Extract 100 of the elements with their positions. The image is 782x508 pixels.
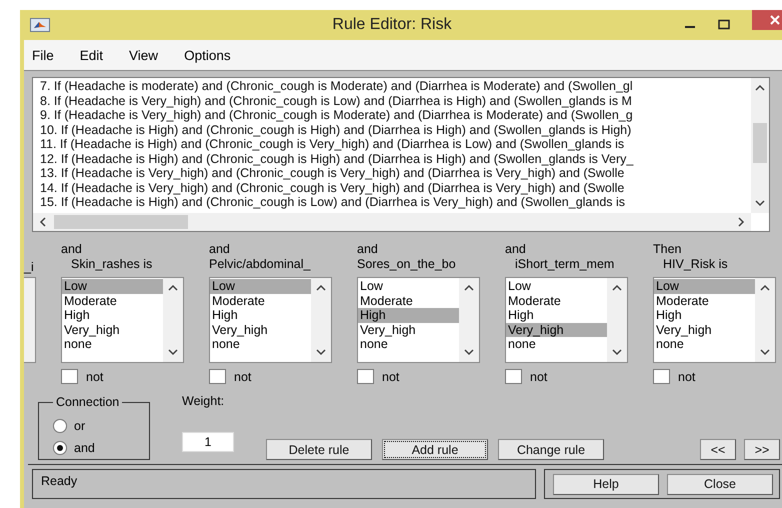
chevron-up-icon[interactable] (316, 284, 326, 291)
checkbox[interactable] (653, 369, 670, 384)
list-option[interactable]: Very_high (654, 322, 755, 337)
vertical-scrollbar[interactable] (751, 78, 769, 213)
list-option[interactable]: Very_high (506, 322, 607, 337)
menu-item[interactable]: Options (184, 48, 231, 62)
chevron-down-icon[interactable] (760, 349, 770, 356)
checkbox[interactable] (357, 369, 374, 384)
scrollbar-thumb[interactable] (753, 123, 767, 163)
checkbox[interactable] (61, 369, 78, 384)
variable-label: _i (24, 259, 35, 276)
footer-button[interactable]: Close (667, 474, 773, 494)
chevron-down-icon[interactable] (464, 349, 474, 356)
list-option[interactable]: Moderate (654, 294, 755, 308)
radio-label: or (74, 419, 86, 433)
rule-line[interactable]: 13. If (Headache is Very_high) and (Chronic_cough is Very_high) and (Diarrhea is Very_high) and (Swolle (40, 166, 751, 180)
checkbox-label: not (86, 370, 104, 384)
list-option[interactable]: none (210, 337, 311, 352)
list-option[interactable]: none (358, 337, 459, 352)
checkbox[interactable] (505, 369, 522, 384)
chevron-up-icon[interactable] (168, 284, 178, 291)
listbox[interactable]: Low Moderate High Very_high none (61, 277, 184, 363)
list-option[interactable]: Moderate (506, 294, 607, 308)
list-option[interactable]: Low (358, 279, 459, 294)
chevron-up-icon[interactable] (760, 284, 770, 291)
variable-label: iShort_term_mem (514, 257, 616, 272)
nav-button[interactable]: >> (744, 439, 780, 460)
variable-label: Sores_on_the_bo (357, 257, 457, 272)
checkbox-label: not (530, 370, 548, 384)
listbox[interactable]: Low Moderate High Very_high none (505, 277, 628, 363)
close-icon (769, 14, 781, 26)
list-option[interactable]: Moderate (62, 294, 163, 308)
list-option[interactable]: Moderate (210, 294, 311, 308)
status-text: Ready (41, 474, 78, 488)
list-option[interactable]: High (62, 308, 163, 322)
list-option[interactable]: Very_high (358, 322, 459, 337)
list-option[interactable]: Low (654, 279, 755, 294)
listbox[interactable] (24, 277, 36, 363)
list-option[interactable]: Low (62, 279, 163, 294)
rule-line[interactable]: 8. If (Headache is Very_high) and (Chronic_cough is Low) and (Diarrhea is High) and (Swollen_glands is M (40, 94, 751, 108)
horizontal-scrollbar[interactable] (33, 213, 751, 231)
chevron-down-icon (755, 200, 765, 207)
app-icon (30, 18, 50, 32)
rule-button[interactable]: Add rule (382, 439, 488, 460)
list-option[interactable]: Low (506, 279, 607, 294)
rule-line[interactable]: 11. If (Headache is High) and (Chronic_cough is Very_high) and (Diarrhea is Low) and (Swollen_glands is (40, 137, 751, 152)
rule-line[interactable]: 12. If (Headache is High) and (Chronic_cough is High) and (Diarrhea is High) and (Swollen_glands is Very_ (40, 152, 751, 166)
checkbox-label: not (234, 370, 252, 384)
chevron-left-icon (39, 217, 46, 227)
connector-label: and (61, 242, 83, 257)
chevron-up-icon (755, 84, 765, 91)
connector-label: and (209, 242, 231, 257)
list-option[interactable]: High (506, 308, 607, 322)
radio-button[interactable] (53, 419, 67, 433)
window-title: Rule Editor: Risk (331, 16, 453, 34)
maximize-icon[interactable] (718, 19, 730, 31)
rule-line[interactable]: 7. If (Headache is moderate) and (Chronic_cough is Moderate) and (Diarrhea is Moderate) and (Swollen_gl (40, 79, 751, 94)
checkbox[interactable] (209, 369, 226, 384)
connector-label: and (505, 242, 527, 257)
list-option[interactable]: High (358, 308, 459, 322)
rule-line[interactable]: 15. If (Headache is High) and (Chronic_cough is Low) and (Diarrhea is Very_high) and (Swollen_glands is (40, 195, 751, 210)
nav-button[interactable]: << (700, 439, 736, 460)
radio-label: and (74, 441, 95, 455)
rule-button[interactable]: Delete rule (266, 439, 372, 460)
weight-label: Weight: (182, 394, 226, 408)
rule-button[interactable]: Change rule (498, 439, 604, 460)
menu-item[interactable]: File (32, 48, 54, 62)
listbox[interactable]: Low Moderate High Very_high none (209, 277, 332, 363)
menu-item[interactable]: View (129, 48, 158, 62)
list-option[interactable]: Low (210, 279, 311, 294)
list-option[interactable]: High (210, 308, 311, 322)
rule-line[interactable]: 14. If (Headache is Very_high) and (Chronic_cough is Very_high) and (Diarrhea is Very_high) and (Swolle (40, 180, 751, 195)
radio-button[interactable] (53, 441, 67, 455)
footer-button[interactable]: Help (553, 474, 659, 494)
menu-item[interactable]: Edit (80, 48, 104, 62)
list-option[interactable]: Very_high (210, 322, 311, 337)
group-title: Connection (53, 395, 122, 409)
weight-field[interactable]: 1 (182, 432, 234, 452)
chevron-right-icon (738, 217, 745, 227)
chevron-up-icon[interactable] (464, 284, 474, 291)
listbox[interactable]: Low Moderate High Very_high none (653, 277, 776, 363)
chevron-up-icon[interactable] (612, 284, 622, 291)
list-option[interactable]: none (62, 337, 163, 352)
scrollbar-thumb[interactable] (54, 215, 188, 229)
checkbox-label: not (678, 370, 696, 384)
variable-label: Pelvic/abdominal_ (209, 257, 312, 272)
list-option[interactable]: Very_high (62, 322, 163, 337)
connector-label: and (357, 242, 379, 257)
chevron-down-icon[interactable] (316, 349, 326, 356)
list-option[interactable]: none (506, 337, 607, 352)
listbox[interactable]: Low Moderate High Very_high none (357, 277, 480, 363)
chevron-down-icon[interactable] (612, 349, 622, 356)
rule-line[interactable]: 9. If (Headache is Very_high) and (Chronic_cough is Moderate) and (Diarrhea is Moderate) and (Swollen_g (40, 108, 751, 122)
checkbox-label: not (382, 370, 400, 384)
connector-label: Then (653, 242, 682, 257)
list-option[interactable]: Moderate (358, 294, 459, 308)
list-option[interactable]: none (654, 337, 755, 352)
rule-line[interactable]: 10. If (Headache is High) and (Chronic_cough is High) and (Diarrhea is High) and (Swollen_glands is High) (40, 122, 751, 137)
list-option[interactable]: High (654, 308, 755, 322)
chevron-down-icon[interactable] (168, 349, 178, 356)
